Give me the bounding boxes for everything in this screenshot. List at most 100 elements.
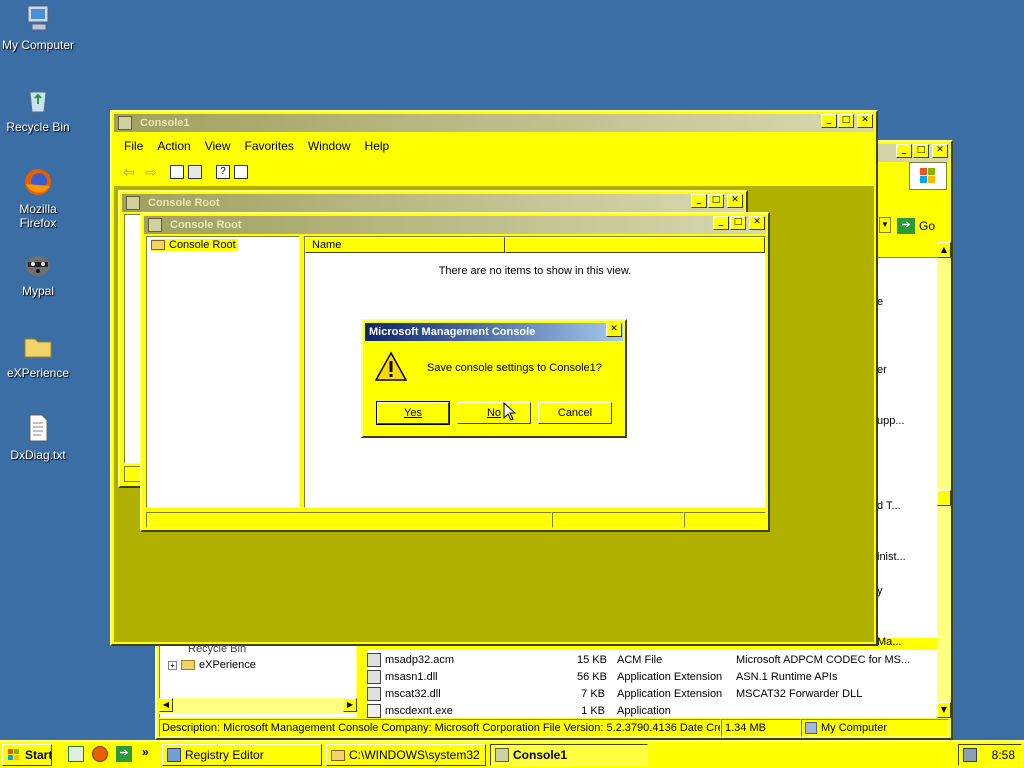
computer-icon <box>22 2 54 34</box>
scroll-left-button[interactable]: ◀ <box>159 698 173 712</box>
ie-quicklaunch-icon[interactable] <box>68 746 84 762</box>
show-hide-tree-icon[interactable] <box>170 165 184 179</box>
start-button[interactable]: Start <box>2 744 52 766</box>
partial-text: er <box>877 364 887 376</box>
scroll-up-button[interactable]: ▲ <box>937 242 951 258</box>
vertical-scrollbar[interactable]: ▲ ▼ <box>937 242 951 718</box>
file-row[interactable]: msasn1.dll 56 KB Application Extension A… <box>367 668 838 685</box>
close-button[interactable]: ✕ <box>749 216 765 230</box>
network-icon[interactable] <box>963 748 977 762</box>
taskbar-system32-folder[interactable]: C:\WINDOWS\system32 <box>326 744 486 766</box>
taskbar-console1[interactable]: Console1 <box>490 744 648 766</box>
windows-logo-icon <box>909 162 947 190</box>
warning-icon <box>374 351 408 386</box>
save-settings-dialog[interactable]: Microsoft Management Console ✕ Save cons… <box>361 319 627 438</box>
yes-button[interactable]: Yes <box>376 401 450 425</box>
dialog-title-bar[interactable]: Microsoft Management Console <box>365 323 623 341</box>
tree-item-experience[interactable]: + eXPerience <box>168 659 256 671</box>
forward-arrow-icon[interactable]: ⇨ <box>142 164 160 181</box>
file-row[interactable]: msadp32.acm 15 KB ACM File Microsoft ADP… <box>367 651 910 668</box>
desktop-icon-my-computer[interactable]: My Computer <box>0 2 76 52</box>
partial-text: d T... <box>877 500 901 512</box>
desktop-icon-dxdiag[interactable]: DxDiag.txt <box>0 412 76 462</box>
clock[interactable]: 8:58 <box>992 748 1015 762</box>
no-button[interactable]: No <box>457 402 531 424</box>
dialog-controls: ✕ <box>605 323 622 337</box>
system-tray: 8:58 <box>958 744 1022 766</box>
menu-file[interactable]: File <box>124 139 143 153</box>
export-list-icon[interactable] <box>188 165 202 179</box>
file-row[interactable]: mscdexnt.exe 1 KB Application <box>367 702 671 719</box>
go-arrow-icon: ➔ <box>897 218 915 234</box>
status-size: 1.34 MB <box>721 719 801 737</box>
minimize-button[interactable]: _ <box>713 216 729 230</box>
file-icon <box>367 652 381 667</box>
scroll-down-button[interactable]: ▼ <box>937 702 951 718</box>
mdi-child-back-controls: _ □ ✕ <box>690 194 743 208</box>
dialog-message: Save console settings to Console1? <box>427 362 602 374</box>
menu-window[interactable]: Window <box>308 139 351 153</box>
taskbar-registry-editor[interactable]: Registry Editor <box>162 744 322 766</box>
desktop-icon-recycle-bin[interactable]: Recycle Bin <box>0 84 76 134</box>
scroll-right-button[interactable]: ▶ <box>343 698 357 712</box>
menu-help[interactable]: Help <box>365 139 390 153</box>
desktop-icon-firefox[interactable]: Mozilla Firefox <box>0 166 76 230</box>
scroll-thumb[interactable] <box>937 490 951 506</box>
firefox-quicklaunch-icon[interactable] <box>92 746 108 762</box>
address-dropdown-button[interactable]: ▼ <box>879 217 891 233</box>
console-tree-pane[interactable]: Console Root <box>146 236 300 508</box>
close-button[interactable]: ✕ <box>606 323 622 337</box>
go-button[interactable]: ➔ Go <box>897 216 941 236</box>
file-row[interactable]: mscat32.dll 7 KB Application Extension M… <box>367 685 862 702</box>
tree-horizontal-scrollbar[interactable]: ◀ ▶ <box>159 698 357 714</box>
cancel-button[interactable]: Cancel <box>538 402 612 424</box>
desktop-icon-experience[interactable]: eXPerience <box>0 330 76 380</box>
minimize-button[interactable]: _ <box>821 114 837 128</box>
file-list-visible-edge: e er upp... d T... inist... y <box>877 258 937 638</box>
show-desktop-icon[interactable]: ➔ <box>116 746 132 762</box>
maximize-button[interactable]: □ <box>913 144 929 158</box>
status-location: My Computer <box>801 719 949 737</box>
folder-icon <box>331 749 345 761</box>
partial-text: Ma... <box>877 636 902 648</box>
desktop-icon-label: My Computer <box>1 38 75 52</box>
folder-icon <box>22 330 54 362</box>
menu-view[interactable]: View <box>205 139 231 153</box>
menu-action[interactable]: Action <box>157 139 190 153</box>
minimize-button[interactable]: _ <box>691 194 707 208</box>
computer-icon <box>805 722 817 734</box>
help-icon[interactable]: ? <box>216 165 230 179</box>
mdi-child-front-title-bar[interactable]: Console Root <box>144 216 766 234</box>
mypal-icon <box>22 248 54 280</box>
partial-text: inist... <box>877 551 906 563</box>
close-button[interactable]: ✕ <box>932 144 948 158</box>
status-pane <box>684 512 766 528</box>
file-list-rows: msadp32.acm 15 KB ACM File Microsoft ADP… <box>367 651 937 719</box>
back-arrow-icon[interactable]: ⇦ <box>120 164 138 181</box>
mdi-status-bar <box>146 512 766 528</box>
console-root-icon <box>148 218 162 232</box>
status-pane <box>146 512 552 528</box>
desktop-icon-label: Mypal <box>21 284 54 298</box>
desktop-icon-mypal[interactable]: Mypal <box>0 248 76 298</box>
menu-favorites[interactable]: Favorites <box>245 139 294 153</box>
folder-icon <box>181 660 195 670</box>
show-hide-action-pane-icon[interactable] <box>234 165 248 179</box>
restore-button[interactable]: □ <box>730 216 746 230</box>
close-button[interactable]: ✕ <box>727 194 743 208</box>
column-header-name[interactable]: Name <box>305 237 505 253</box>
partial-text: upp... <box>877 415 905 427</box>
column-header-empty[interactable] <box>505 237 765 253</box>
explorer-status-bar: Description: Microsoft Management Consol… <box>159 719 949 737</box>
registry-editor-icon <box>167 748 181 762</box>
console-title-bar[interactable]: Console1 <box>114 114 874 132</box>
menu-bar: File Action View Favorites Window Help <box>124 139 403 153</box>
restore-button[interactable]: □ <box>708 194 724 208</box>
expand-icon[interactable]: + <box>168 660 177 670</box>
mdi-child-back-title-bar[interactable]: Console Root <box>122 194 744 212</box>
minimize-button[interactable]: _ <box>896 144 912 158</box>
quicklaunch-chevron[interactable]: » <box>142 745 149 759</box>
maximize-button[interactable]: □ <box>838 114 854 128</box>
tree-item-console-root[interactable]: Console Root <box>151 239 238 251</box>
close-button[interactable]: ✕ <box>857 114 873 128</box>
